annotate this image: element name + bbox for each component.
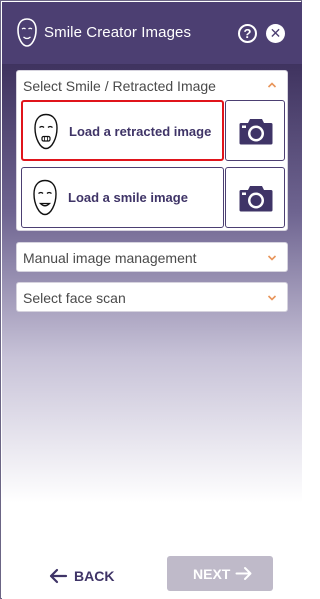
camera-retracted-button[interactable] [225,100,285,161]
section-manual-image-management[interactable]: Manual image management [16,242,288,272]
chevron-up-icon [267,82,277,88]
face-smile-icon [33,179,57,216]
app-window: Smile Creator Images ? ✕ Select Smile / … [0,0,302,599]
section-face-scan-label: Select face scan [23,290,126,306]
load-retracted-image-button[interactable]: Load a retracted image [21,100,224,161]
load-retracted-image-label: Load a retracted image [69,124,212,139]
window-title: Smile Creator Images [44,24,192,41]
help-button[interactable]: ? [238,24,257,43]
section-smile-retracted: Select Smile / Retracted Image Load a re… [16,70,288,231]
camera-icon [239,119,273,145]
section-smile-retracted-label: Select Smile / Retracted Image [23,78,216,94]
arrow-left-icon [49,568,68,584]
title-bar: Smile Creator Images ? ✕ [2,2,302,64]
load-smile-image-label: Load a smile image [68,190,188,205]
camera-smile-button[interactable] [225,167,285,228]
section-select-face-scan[interactable]: Select face scan [16,282,288,312]
back-label: BACK [74,568,115,584]
section-smile-retracted-header[interactable]: Select Smile / Retracted Image [17,71,287,99]
next-button[interactable]: NEXT [167,556,273,591]
face-logo-icon [17,18,37,47]
next-label: NEXT [193,566,231,582]
content-panel: Select Smile / Retracted Image Load a re… [2,64,302,599]
back-button[interactable]: BACK [48,561,128,591]
chevron-down-icon [267,295,277,301]
section-manual-label: Manual image management [23,250,197,266]
face-retracted-icon [34,113,58,150]
camera-icon [239,186,273,212]
chevron-down-icon [267,255,277,261]
arrow-right-icon [235,567,252,580]
close-button[interactable]: ✕ [266,24,285,43]
load-smile-image-button[interactable]: Load a smile image [21,167,224,228]
